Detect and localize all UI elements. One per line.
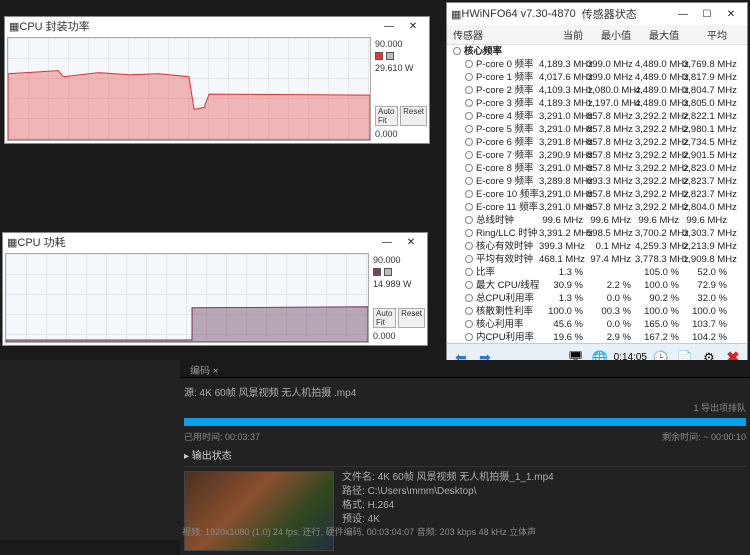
sensor-row[interactable]: P-core 3 频率4,189.3 MHz1,197.0 MHz4,489.0… xyxy=(447,97,747,110)
hwinfo-rows[interactable]: 核心频率P-core 0 频率4,189.3 MHz399.0 MHz4,489… xyxy=(447,45,747,343)
col-avg[interactable]: 平均 xyxy=(683,27,731,42)
encoder-panel: 编码 × 源: 4K 60帧 风景视频 无人机拍摄 .mp4 1 导出项排队 已… xyxy=(0,360,750,540)
cpu-power-graph: ▦ CPU 功耗 — ✕ 90.000 14.989 W Auto Fit Re… xyxy=(2,232,428,346)
meta-preset-label: 预设: xyxy=(342,514,365,525)
cpu-package-power-graph: ▦ CPU 封装功率 — ✕ 90.000 29.610 W Auto Fit … xyxy=(4,16,430,144)
graph1-value: 29.610 W xyxy=(375,63,427,73)
graph1-min: 0.000 xyxy=(375,129,427,139)
hwinfo-window: ▦ HWiNFO64 v7.30-4870 传感器状态 — ☐ ✕ 传感器 当前… xyxy=(446,2,748,372)
graph1-plot xyxy=(7,37,371,141)
maximize-button[interactable]: ☐ xyxy=(695,4,719,24)
hwinfo-subtitle: 传感器状态 xyxy=(582,6,637,22)
sensor-row[interactable]: E-core 7 频率3,290.9 MHz857.8 MHz3,292.2 M… xyxy=(447,149,747,162)
swatch-gray2 xyxy=(384,268,392,276)
preview-thumbnail xyxy=(184,471,334,551)
sensor-row[interactable]: E-core 10 频率3,291.0 MHz857.8 MHz3,292.2 … xyxy=(447,188,747,201)
graph1-reset[interactable]: Reset xyxy=(400,106,427,126)
graph2-plot xyxy=(5,253,369,343)
sensor-row[interactable]: 核心利用率45.6 %0.0 %165.0 %103.7 % xyxy=(447,318,747,331)
col-sensor[interactable]: 传感器 xyxy=(449,27,539,42)
graph2-minimize[interactable]: — xyxy=(375,232,399,252)
sensor-row[interactable]: P-core 6 频率3,291.8 MHz857.8 MHz3,292.2 M… xyxy=(447,136,747,149)
meta-path-label: 路径: xyxy=(342,486,365,497)
encode-tab[interactable]: 编码 × xyxy=(180,360,229,377)
col-current[interactable]: 当前 xyxy=(539,27,587,42)
sensor-row[interactable]: E-core 11 频率3,291.0 MHz857.8 MHz3,292.2 … xyxy=(447,201,747,214)
remain-value: ~ 00:00:10 xyxy=(703,432,746,442)
sensor-row[interactable]: 总线时钟99.6 MHz99.6 MHz99.6 MHz99.6 MHz xyxy=(447,214,747,227)
graph2-autofit[interactable]: Auto Fit xyxy=(373,308,396,328)
sensor-row[interactable]: P-core 2 频率4,109.3 MHz1,080.0 MHz4,489.0… xyxy=(447,84,747,97)
sensor-row[interactable]: E-core 9 频率3,289.8 MHz693.3 MHz3,292.2 M… xyxy=(447,175,747,188)
col-min[interactable]: 最小值 xyxy=(587,27,635,42)
queue-badge: 1 导出项排队 xyxy=(184,401,746,414)
elapsed-value: 00:03:37 xyxy=(225,432,260,442)
graph2-reset[interactable]: Reset xyxy=(398,308,425,328)
sensor-row[interactable]: 总CPU利用率1.3 %0.0 %90.2 %32.0 % xyxy=(447,292,747,305)
meta-preset: 4K xyxy=(368,514,380,525)
graph2-legend: 90.000 14.989 W Auto Fit Reset 0.000 xyxy=(371,251,427,345)
footer-info: 视频: 1920x1080 (1.0) 24 fps, 还行, 硬件编码, 00… xyxy=(182,525,536,538)
hwinfo-title-text: HWiNFO64 v7.30-4870 xyxy=(461,8,575,20)
swatch-purple xyxy=(373,268,381,276)
sensor-row[interactable]: P-core 0 频率4,189.3 MHz399.0 MHz4,489.0 M… xyxy=(447,58,747,71)
sensor-row[interactable]: P-core 4 频率3,291.0 MHz857.8 MHz3,292.2 M… xyxy=(447,110,747,123)
graph2-titlebar[interactable]: ▦ CPU 功耗 — ✕ xyxy=(3,233,427,251)
meta-format-label: 格式: xyxy=(342,500,365,511)
sensor-row[interactable]: E-core 8 频率3,291.0 MHz857.8 MHz3,292.2 M… xyxy=(447,162,747,175)
progress-bar xyxy=(184,418,746,426)
graph2-max: 90.000 xyxy=(373,255,425,265)
sensor-row[interactable]: 核散剩性利率100.0 %00.3 %100.0 %100.0 % xyxy=(447,305,747,318)
hwinfo-titlebar[interactable]: ▦ HWiNFO64 v7.30-4870 传感器状态 — ☐ ✕ xyxy=(447,3,747,25)
graph2-min: 0.000 xyxy=(373,331,425,341)
sensor-row[interactable]: 核心有效时钟399.3 MHz0.1 MHz4,259.3 MHz2,213.9… xyxy=(447,240,747,253)
graph1-max: 90.000 xyxy=(375,39,427,49)
output-label[interactable]: ▸ 输出状态 xyxy=(184,447,746,462)
graph2-close[interactable]: ✕ xyxy=(399,232,423,252)
output-meta: 文件名: 4K 60帧 风景视频 无人机拍摄_1_1.mp4 路径: C:\Us… xyxy=(342,471,554,551)
graph1-titlebar[interactable]: ▦ CPU 封装功率 — ✕ xyxy=(5,17,429,35)
col-max[interactable]: 最大值 xyxy=(635,27,683,42)
minimize-button[interactable]: — xyxy=(671,4,695,24)
hwinfo-column-headers: 传感器 当前 最小值 最大值 平均 xyxy=(447,25,747,45)
sensor-row[interactable]: 最大 CPU/线程利...30.9 %2.2 %100.0 %72.9 % xyxy=(447,279,747,292)
meta-path: C:\Users\mmm\Desktop\ xyxy=(368,486,477,497)
source-line: 源: 4K 60帧 风景视频 无人机拍摄 .mp4 xyxy=(184,382,746,401)
app-icon: ▦ xyxy=(451,8,461,21)
elapsed-label: 已用时间: xyxy=(184,432,223,442)
meta-format: H.264 xyxy=(368,500,395,511)
sensor-row[interactable]: Ring/LLC 时钟3,391.2 MHz598.5 MHz3,700.2 M… xyxy=(447,227,747,240)
graph1-legend: 90.000 29.610 W Auto Fit Reset 0.000 xyxy=(373,35,429,143)
sensor-row[interactable]: 内CPU利用率19.6 %2.9 %167.2 %104.2 % xyxy=(447,331,747,343)
graph1-autofit[interactable]: Auto Fit xyxy=(375,106,398,126)
graph1-title: CPU 封装功率 xyxy=(19,18,89,34)
sensor-row[interactable]: 平均有效时钟468.1 MHz97.4 MHz3,778.3 MHz1,909.… xyxy=(447,253,747,266)
close-button[interactable]: ✕ xyxy=(719,4,743,24)
meta-file: 4K 60帧 风景视频 无人机拍摄_1_1.mp4 xyxy=(378,472,554,483)
sensor-row[interactable]: P-core 5 频率3,291.0 MHz857.8 MHz3,292.2 M… xyxy=(447,123,747,136)
swatch-red xyxy=(375,52,383,60)
sensor-row[interactable]: 比率1.3 %105.0 %52.0 % xyxy=(447,266,747,279)
remain-label: 剩余时间: xyxy=(662,432,701,442)
graph2-value: 14.989 W xyxy=(373,279,425,289)
graph1-minimize[interactable]: — xyxy=(377,16,401,36)
graph2-title: CPU 功耗 xyxy=(17,234,65,250)
graph1-close[interactable]: ✕ xyxy=(401,16,425,36)
sensor-row[interactable]: P-core 1 频率4,017.6 MHz399.0 MHz4,489.0 M… xyxy=(447,71,747,84)
sensor-row[interactable]: 核心频率 xyxy=(447,45,747,58)
meta-file-label: 文件名: xyxy=(342,472,375,483)
swatch-gray xyxy=(386,52,394,60)
